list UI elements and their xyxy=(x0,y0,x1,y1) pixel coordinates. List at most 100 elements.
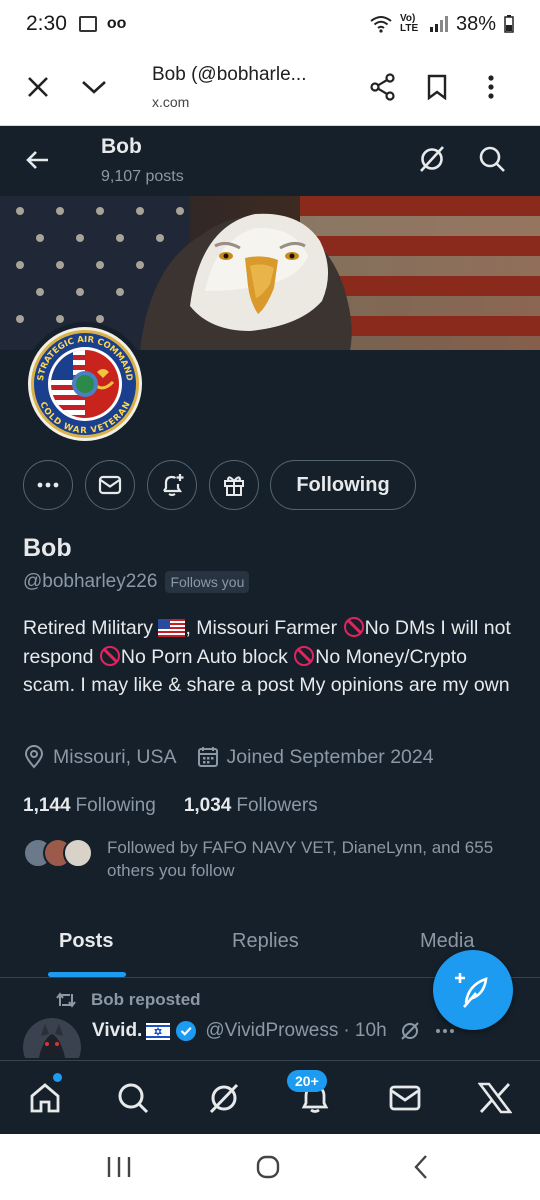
compose-post-button[interactable] xyxy=(433,950,513,1030)
browser-menu-button[interactable] xyxy=(471,67,511,107)
bio-part-4: No Porn Auto block xyxy=(120,645,288,668)
followers-count-link[interactable]: 1,034 Followers xyxy=(184,795,318,817)
bio-part-2: , Missouri Farmer xyxy=(185,617,338,639)
mail-icon xyxy=(389,1085,421,1111)
recent-apps-icon xyxy=(107,1157,131,1177)
gift-icon xyxy=(224,476,244,496)
notifications-badge: 20+ xyxy=(287,1070,327,1092)
post-time: · 10h xyxy=(343,1020,387,1041)
israel-flag-icon xyxy=(146,1022,171,1040)
system-back-button[interactable] xyxy=(412,1154,430,1185)
browser-page-title: Bob (@bobharle... xyxy=(152,63,307,85)
follower-avatars xyxy=(23,836,93,870)
share-button[interactable] xyxy=(363,67,403,107)
close-tab-button[interactable] xyxy=(18,67,58,107)
header-name: Bob xyxy=(101,135,142,158)
nav-messages[interactable] xyxy=(386,1079,424,1117)
repost-icon xyxy=(56,992,76,1008)
no-entry-icon xyxy=(343,617,364,637)
share-icon xyxy=(370,72,395,101)
grok-button[interactable] xyxy=(417,144,447,179)
verified-badge-icon xyxy=(176,1021,197,1041)
wifi-icon xyxy=(370,16,392,33)
calendar-icon xyxy=(197,747,218,767)
battery-icon xyxy=(504,15,514,33)
network-label: Vo) LTE xyxy=(399,13,419,34)
nav-x-premium[interactable] xyxy=(476,1079,514,1117)
no-entry-icon xyxy=(99,645,120,666)
tab-posts[interactable]: Posts xyxy=(59,930,113,953)
profile-joined: Joined September 2024 xyxy=(197,746,434,769)
signal-icon xyxy=(429,16,448,32)
location-text: Missouri, USA xyxy=(53,745,177,768)
post-author-avatar[interactable] xyxy=(23,1018,81,1058)
gift-button[interactable] xyxy=(209,460,259,510)
following-button[interactable]: Following xyxy=(270,460,416,510)
status-bar: 2:30 oo Vo) LTE 38% xyxy=(0,0,540,48)
bookmark-icon xyxy=(427,74,447,100)
profile-meta: Missouri, USA Joined September 2024 xyxy=(23,745,434,769)
no-entry-icon xyxy=(294,645,315,666)
avatar-image: STRATEGIC AIR COMMAND COLD WAR VETERAN xyxy=(28,327,142,441)
following-count-link[interactable]: 1,144 Following xyxy=(23,795,156,817)
feather-plus-icon xyxy=(455,973,488,1008)
post-more-icon[interactable] xyxy=(435,1028,455,1034)
voicemail-icon: oo xyxy=(106,15,127,32)
following-label: Following xyxy=(75,795,156,816)
home-circle-icon xyxy=(256,1155,280,1179)
followers-count: 1,034 xyxy=(183,795,232,816)
repost-label: Bob reposted xyxy=(91,990,201,1009)
post-author-handle[interactable]: @VividProwess xyxy=(205,1020,338,1042)
chevron-down-icon xyxy=(82,80,106,94)
nav-home[interactable] xyxy=(26,1079,64,1117)
browser-toolbar: Bob (@bobharle... x.com xyxy=(0,48,540,126)
message-button[interactable] xyxy=(85,460,135,510)
close-icon xyxy=(28,76,48,97)
browser-title-area[interactable]: Bob (@bobharle... x.com xyxy=(152,64,337,110)
minimize-tab-button[interactable] xyxy=(74,67,114,107)
header-post-count: 9,107 posts xyxy=(101,168,184,185)
profile-avatar[interactable]: STRATEGIC AIR COMMAND COLD WAR VETERAN xyxy=(23,322,147,446)
home-unread-dot xyxy=(53,1073,62,1082)
post-avatar-image xyxy=(23,1018,81,1058)
following-count: 1,144 xyxy=(23,795,71,816)
follows-you-badge: Follows you xyxy=(165,571,250,593)
more-options-button[interactable] xyxy=(23,460,73,510)
bookmark-button[interactable] xyxy=(417,67,457,107)
profile-actions: Following xyxy=(0,460,540,512)
post-author-name[interactable]: Vivid. xyxy=(92,1020,142,1042)
bottom-navigation xyxy=(0,1060,540,1134)
follow-counts: 1,144 Following 1,034 Followers xyxy=(23,795,318,817)
more-vertical-icon xyxy=(488,74,494,99)
system-navigation-bar xyxy=(0,1134,540,1200)
active-tab-indicator xyxy=(48,972,126,977)
location-pin-icon xyxy=(24,745,44,769)
mail-icon xyxy=(98,475,122,495)
profile-handle: @bobharley226 xyxy=(23,571,158,592)
home-icon xyxy=(30,1083,60,1113)
bell-plus-icon xyxy=(163,474,184,497)
status-time: 2:30 xyxy=(26,12,67,35)
us-flag-icon xyxy=(158,619,186,637)
tab-replies[interactable]: Replies xyxy=(232,930,299,953)
recent-apps-button[interactable] xyxy=(106,1155,132,1184)
notifications-subscribe-button[interactable] xyxy=(147,460,197,510)
joined-text: Joined September 2024 xyxy=(226,745,434,768)
followed-by-text: Followed by FAFO NAVY VET, DianeLynn, an… xyxy=(107,838,494,880)
browser-page-url: x.com xyxy=(152,93,190,110)
profile-bio: Retired Military , Missouri Farmer No DM… xyxy=(23,614,517,700)
back-chevron-icon xyxy=(414,1155,427,1179)
search-button[interactable] xyxy=(477,144,507,179)
nav-search[interactable] xyxy=(114,1079,152,1117)
post-header: Vivid. @VividProwess · 10h xyxy=(92,1020,455,1042)
nav-grok[interactable] xyxy=(205,1079,243,1117)
followed-by-row[interactable]: Followed by FAFO NAVY VET, DianeLynn, an… xyxy=(23,836,517,882)
followers-label: Followers xyxy=(236,795,318,816)
back-arrow-icon xyxy=(26,151,48,169)
gallery-notification-icon xyxy=(78,16,97,32)
search-icon xyxy=(118,1083,149,1114)
back-button[interactable] xyxy=(22,144,54,176)
search-icon xyxy=(479,146,505,172)
grok-icon[interactable] xyxy=(399,1020,421,1042)
home-system-button[interactable] xyxy=(256,1155,280,1184)
